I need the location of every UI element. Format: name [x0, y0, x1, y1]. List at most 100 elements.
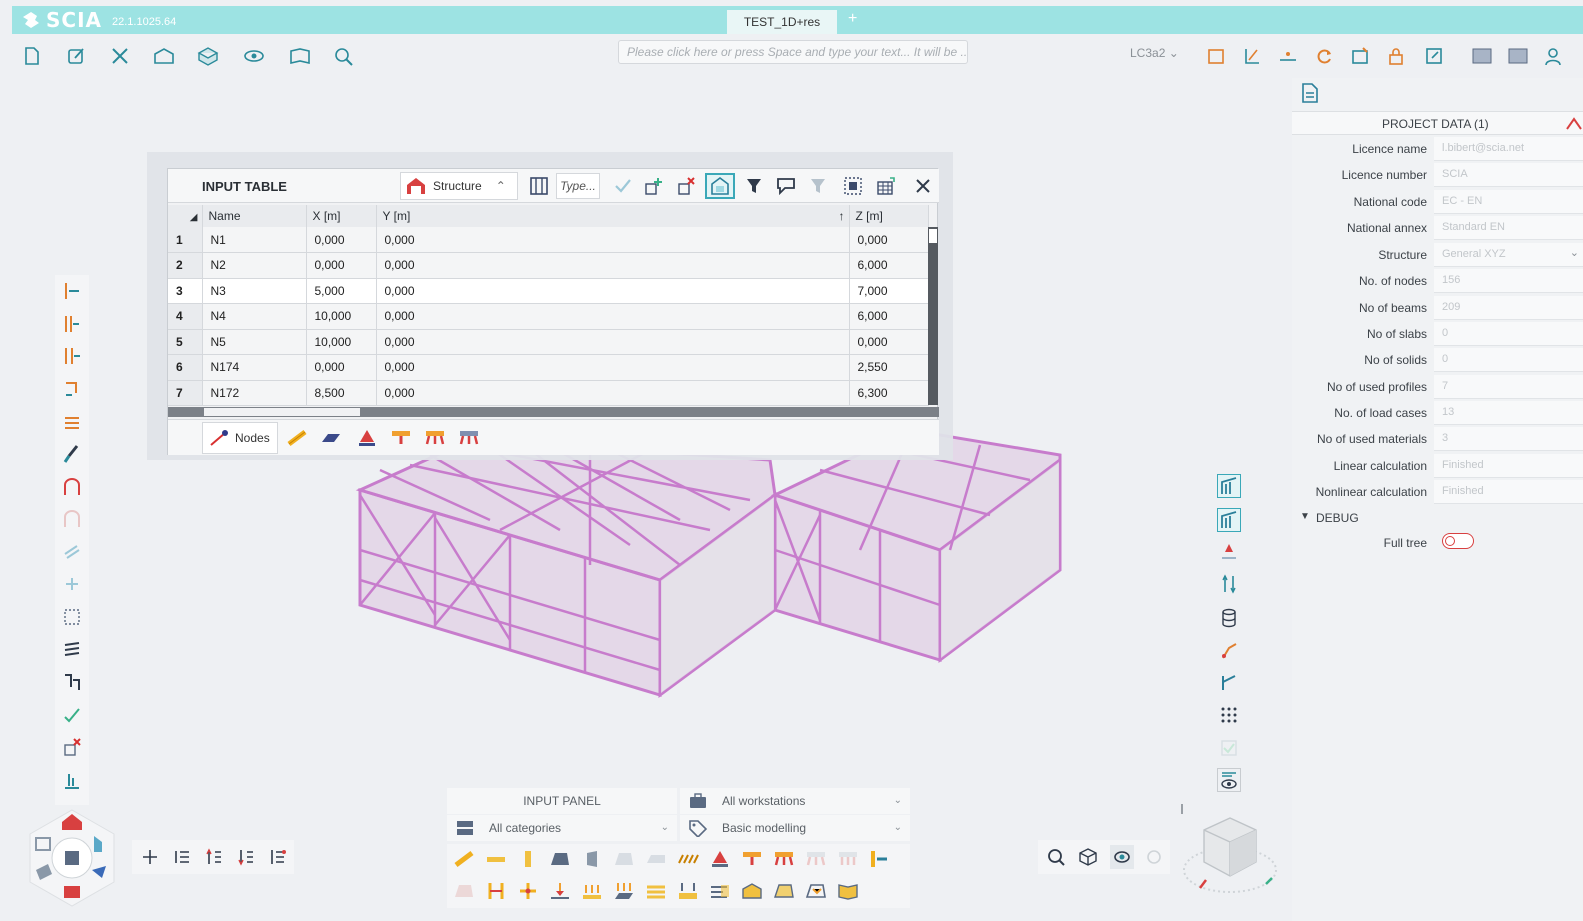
support-tab-icon[interactable]: [352, 424, 382, 452]
copy-tool-icon[interactable]: [60, 540, 84, 564]
beam-icon[interactable]: [451, 846, 477, 872]
offset-tool-icon[interactable]: [60, 670, 84, 694]
new-file-icon[interactable]: [20, 44, 44, 68]
select-all-icon[interactable]: [838, 173, 868, 199]
dots-grid-icon[interactable]: [1217, 702, 1241, 726]
stack-tool-icon[interactable]: [60, 637, 84, 661]
cell-y[interactable]: 0,000: [376, 380, 850, 406]
surface-load-icon[interactable]: [611, 878, 637, 904]
view-cube[interactable]: [1180, 800, 1280, 900]
cell-z[interactable]: 6,300: [849, 380, 929, 406]
column-icon[interactable]: [515, 846, 541, 872]
rotate-tool-icon[interactable]: [60, 377, 84, 401]
column-header-x[interactable]: X [m]: [306, 205, 377, 227]
dimension-icon[interactable]: [1276, 44, 1300, 68]
thermal-load-icon[interactable]: [643, 878, 669, 904]
group-icon[interactable]: [266, 845, 290, 869]
cell-y[interactable]: 0,000: [376, 303, 850, 330]
wind-load-icon[interactable]: [707, 878, 733, 904]
zoom-region-icon[interactable]: [1422, 44, 1446, 68]
structure-mode-icon[interactable]: [705, 173, 735, 199]
table-row[interactable]: 7 N172 8,500 0,000 6,300: [168, 380, 929, 406]
type-filter-input[interactable]: Type...: [556, 173, 600, 199]
clear-filter-icon[interactable]: [803, 173, 833, 199]
debug-section-header[interactable]: ▼ DEBUG: [1292, 508, 1583, 528]
cell-x[interactable]: 0,000: [306, 354, 377, 381]
document-icon[interactable]: [1300, 82, 1320, 109]
export-table-icon[interactable]: [871, 173, 901, 199]
refresh-icon[interactable]: [1312, 44, 1336, 68]
cell-z[interactable]: 0,000: [849, 227, 929, 253]
member-tool-icon[interactable]: [60, 312, 84, 336]
zoom-search-icon[interactable]: [1044, 845, 1068, 869]
cell-y[interactable]: 0,000: [376, 252, 850, 279]
line-support-icon[interactable]: [771, 846, 797, 872]
surface-support-tab-icon[interactable]: [454, 424, 484, 452]
snow-load-icon[interactable]: [739, 878, 765, 904]
cell-z[interactable]: 6,000: [849, 252, 929, 279]
frame-view-icon[interactable]: [1217, 474, 1241, 498]
wall-icon[interactable]: [579, 846, 605, 872]
bar-icon[interactable]: [483, 846, 509, 872]
add-row-icon[interactable]: [638, 173, 668, 199]
mode-dropdown[interactable]: Basic modelling ⌄: [680, 815, 910, 841]
split-tool-icon[interactable]: [60, 344, 84, 368]
align-tool-icon[interactable]: [60, 572, 84, 596]
command-input[interactable]: Please click here or press Space and typ…: [618, 40, 968, 64]
arch-tool-icon[interactable]: [60, 475, 84, 499]
result-view-icon[interactable]: [1217, 638, 1241, 662]
user-icon[interactable]: [1542, 44, 1566, 68]
joint-icon[interactable]: [867, 846, 893, 872]
profile-view-icon[interactable]: [1217, 670, 1241, 694]
plate-icon[interactable]: [547, 846, 573, 872]
lock-icon[interactable]: [1384, 44, 1408, 68]
confirm-check-icon[interactable]: [608, 173, 638, 199]
cell-z[interactable]: 2,550: [849, 354, 929, 381]
moving-load-icon[interactable]: [803, 878, 829, 904]
help-search-icon[interactable]: [332, 44, 356, 68]
column-header-name[interactable]: Name: [202, 205, 307, 227]
support-icon[interactable]: [707, 846, 733, 872]
delete-row-icon[interactable]: [671, 173, 701, 199]
workstation-hub[interactable]: [22, 808, 122, 908]
hinge-tab-icon[interactable]: [386, 424, 416, 452]
category-dropdown[interactable]: All categories ⌄: [447, 815, 677, 841]
vertical-scrollbar[interactable]: [928, 227, 938, 405]
load-view-icon[interactable]: [1217, 540, 1241, 564]
scrollbar-thumb[interactable]: [929, 229, 937, 243]
table-row-selected[interactable]: 3 N3 5,000 0,000 7,000: [168, 278, 929, 304]
cell-name[interactable]: N1: [202, 227, 307, 253]
cell-name[interactable]: N3: [202, 278, 307, 304]
structure-filter-dropdown[interactable]: Structure ⌃: [400, 172, 518, 200]
delete-tool-icon[interactable]: [60, 735, 84, 759]
layers-tool-icon[interactable]: [60, 410, 84, 434]
slab-tab-icon[interactable]: [316, 424, 346, 452]
add-tab-button[interactable]: +: [848, 10, 857, 28]
list-icon[interactable]: [170, 845, 194, 869]
table-row[interactable]: 5 N5 10,000 0,000 0,000: [168, 329, 929, 355]
sort-icon[interactable]: [202, 845, 226, 869]
columns-icon[interactable]: [524, 173, 554, 199]
table-row[interactable]: 2 N2 0,000 0,000 6,000: [168, 252, 929, 279]
tools-icon[interactable]: [108, 44, 132, 68]
frame-joint-icon[interactable]: [483, 878, 509, 904]
free-load-icon[interactable]: [675, 878, 701, 904]
visibility-icon[interactable]: [1217, 768, 1241, 792]
cell-name[interactable]: N172: [202, 380, 307, 406]
close-icon[interactable]: [908, 173, 938, 199]
deform-icon[interactable]: [1240, 44, 1264, 68]
layout-right-icon[interactable]: [1506, 44, 1530, 68]
render-mode-icon[interactable]: [1110, 845, 1134, 869]
brush-tool-icon[interactable]: [60, 442, 84, 466]
cube-view-icon[interactable]: [1076, 845, 1100, 869]
info-tool-icon[interactable]: [60, 768, 84, 792]
column-header-z[interactable]: Z [m]: [849, 205, 929, 227]
database-icon[interactable]: [1217, 606, 1241, 630]
cell-x[interactable]: 5,000: [306, 278, 377, 304]
filter-icon[interactable]: [739, 173, 769, 199]
view-eye-icon[interactable]: [242, 44, 266, 68]
ribbed-slab-icon[interactable]: [675, 846, 701, 872]
edit-project-icon[interactable]: [64, 44, 88, 68]
point-load-icon[interactable]: [547, 878, 573, 904]
member-icon[interactable]: [1348, 44, 1372, 68]
